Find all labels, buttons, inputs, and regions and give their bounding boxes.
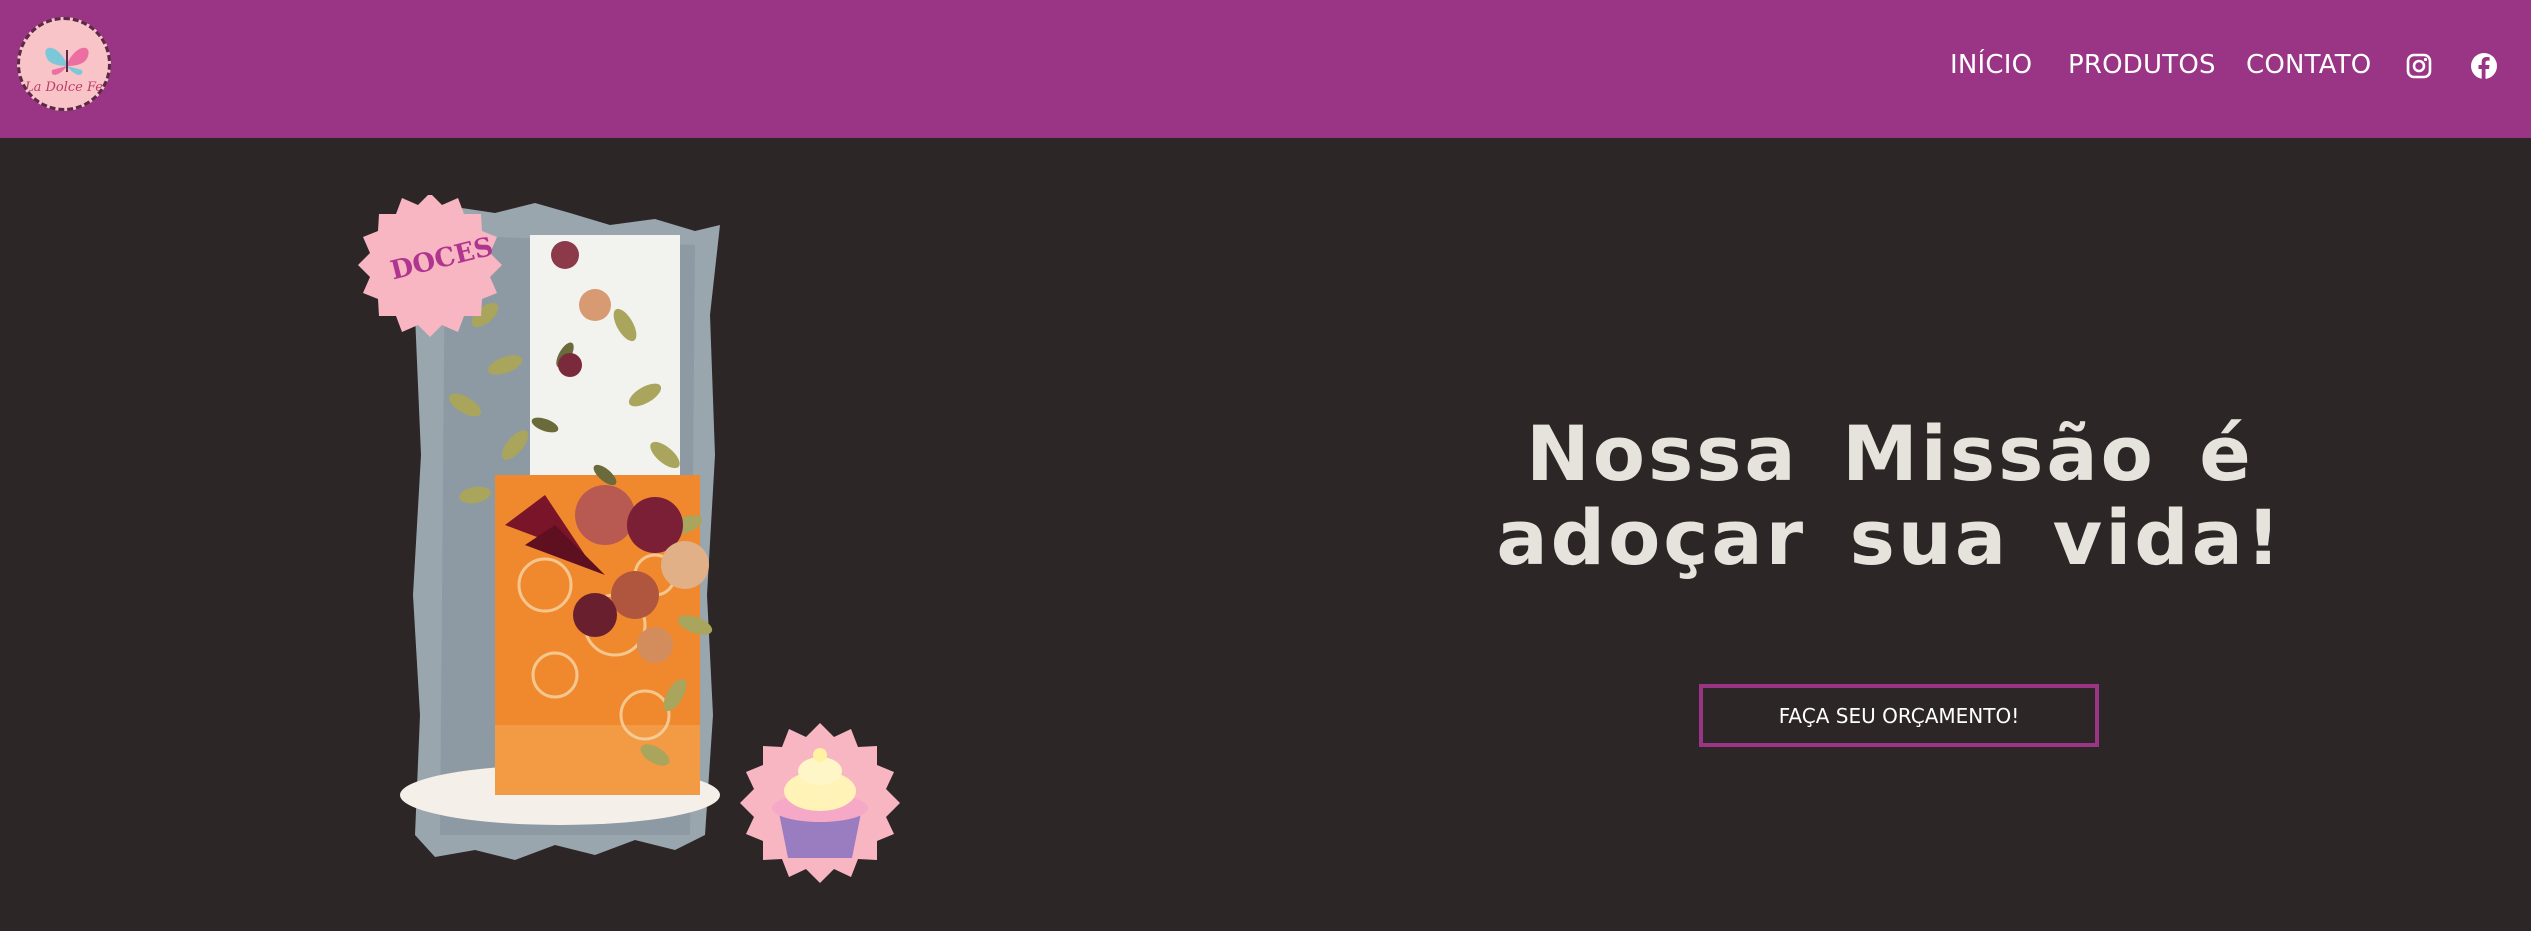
nav-link-contato[interactable]: CONTATO — [2246, 50, 2371, 80]
butterfly-icon — [45, 47, 89, 75]
top-navigation-bar: La Dolce Fe INÍCIO PRODUTOS CONTATO — [0, 0, 2531, 138]
instagram-icon[interactable] — [2405, 52, 2433, 80]
brand-logo[interactable]: La Dolce Fe — [17, 17, 111, 111]
hero-title: Nossa Missão é adoçar sua vida! — [1496, 409, 2284, 582]
request-quote-button[interactable]: FAÇA SEU ORÇAMENTO! — [1699, 684, 2099, 747]
nav-link-inicio[interactable]: INÍCIO — [1950, 50, 2032, 80]
nav-link-produtos[interactable]: PRODUTOS — [2068, 50, 2216, 80]
facebook-icon[interactable] — [2470, 52, 2498, 80]
cake-photo — [358, 193, 900, 883]
cake-collage: DOCES — [355, 193, 915, 895]
logo-text: La Dolce Fe — [24, 80, 104, 95]
